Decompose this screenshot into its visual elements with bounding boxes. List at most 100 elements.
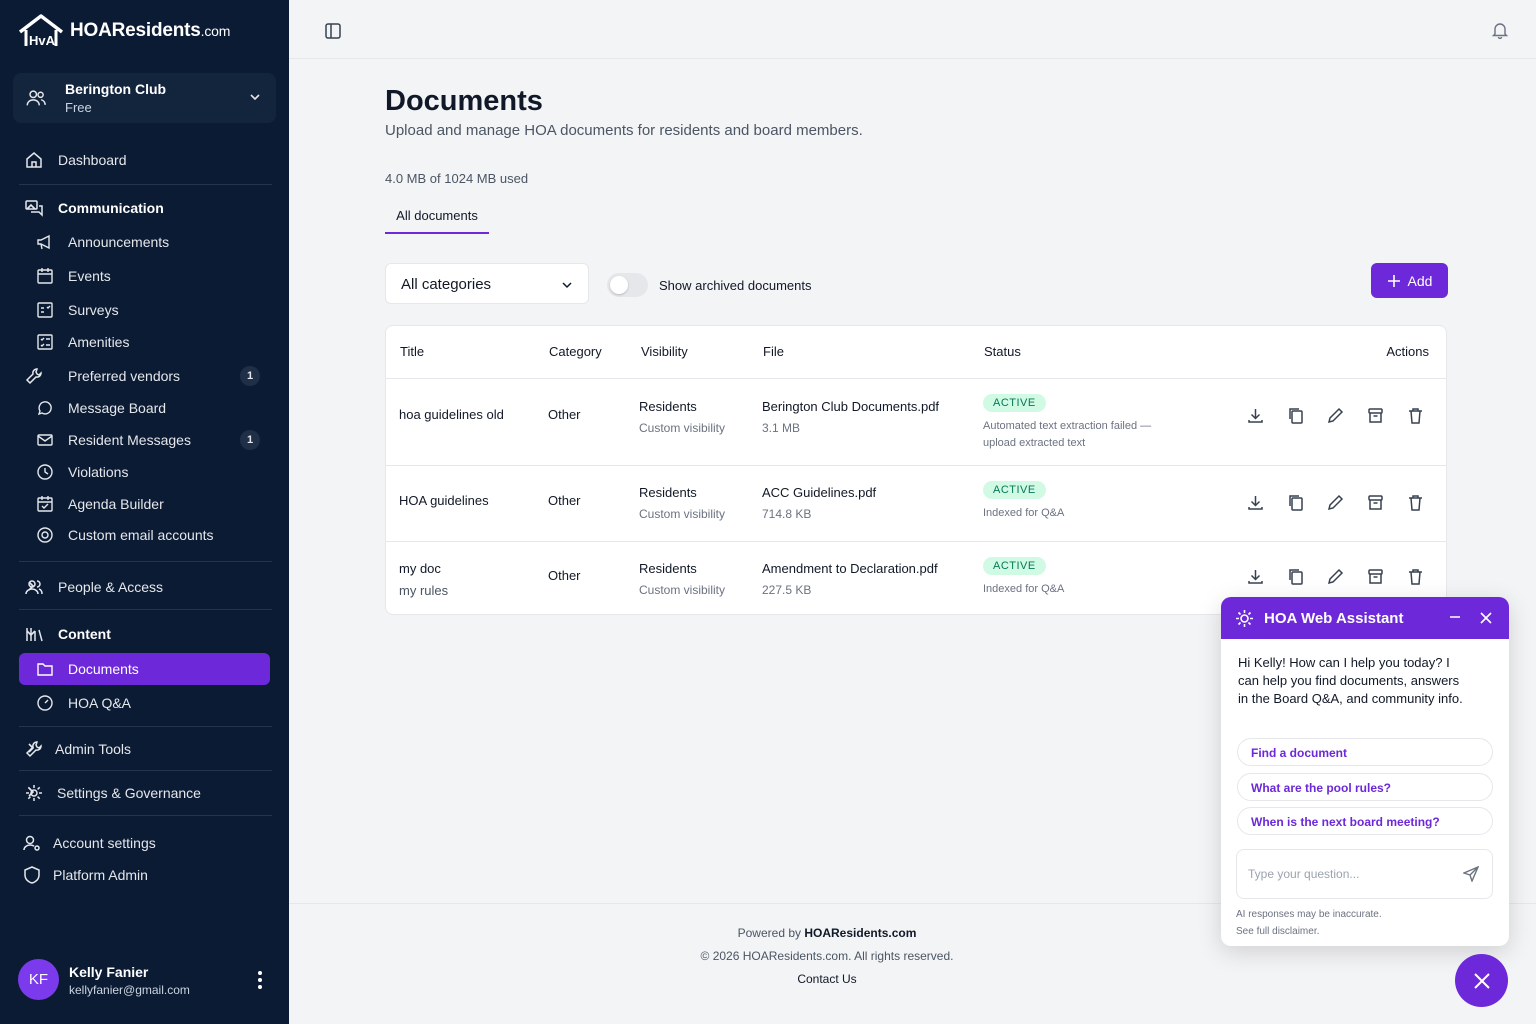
trash-icon[interactable] [1406, 493, 1425, 512]
wrench-icon [25, 368, 42, 385]
send-icon[interactable] [1463, 866, 1479, 882]
doc-visibility: Residents Custom visibility [639, 399, 726, 435]
archive-icon[interactable] [1366, 493, 1385, 512]
table-row: hoa guidelines old Other Residents Custo… [386, 378, 1446, 465]
copy-icon[interactable] [1286, 406, 1305, 425]
assistant-close-button[interactable] [1455, 954, 1508, 1007]
doc-file: ACC Guidelines.pdf 714.8 KB [762, 485, 877, 521]
at-sign-icon [37, 527, 53, 543]
chevron-up-icon [26, 203, 36, 210]
sidebar-item-label: Message Board [68, 400, 167, 416]
shield-icon [24, 866, 40, 884]
user-gear-icon [23, 835, 40, 851]
sidebar-item-platform-admin[interactable]: Platform Admin [19, 860, 270, 890]
sidebar-item-label: People & Access [58, 579, 164, 595]
sidebar-group-admin-tools[interactable]: Admin Tools [19, 734, 270, 764]
sidebar-item-announcements[interactable]: Announcements [19, 227, 270, 257]
sidebar-group-content[interactable]: Content [19, 619, 270, 649]
tab-all-documents[interactable]: All documents [385, 200, 489, 234]
chevron-down-icon [26, 630, 36, 637]
status-badge: ACTIVE [983, 557, 1046, 575]
divider [19, 184, 272, 185]
calendar-icon [37, 268, 53, 284]
suggestion-chip[interactable]: Find a document [1237, 738, 1493, 766]
home-icon [26, 152, 42, 168]
sidebar: HvA HOAResidents.com Berington Club Free… [0, 0, 289, 1024]
sidebar-item-resident-messages[interactable]: Resident Messages 1 [19, 425, 270, 455]
bell-icon[interactable] [1491, 21, 1509, 39]
category-select[interactable]: All categories [385, 263, 589, 304]
sidebar-item-amenities[interactable]: Amenities [19, 327, 270, 357]
divider [19, 770, 272, 771]
suggestion-chip[interactable]: When is the next board meeting? [1237, 807, 1493, 835]
sidebar-toggle-icon[interactable] [324, 22, 342, 40]
divider [19, 815, 272, 816]
suggestion-chip[interactable]: What are the pool rules? [1237, 773, 1493, 801]
row-actions [1246, 493, 1425, 512]
copy-icon[interactable] [1286, 493, 1305, 512]
sidebar-item-documents[interactable]: Documents [19, 653, 270, 685]
club-plan: Free [65, 100, 92, 115]
club-switcher[interactable]: Berington Club Free [13, 73, 276, 123]
sidebar-item-label: Account settings [53, 835, 156, 851]
pencil-icon[interactable] [1326, 406, 1345, 425]
column-header-actions: Actions [1386, 344, 1429, 359]
footer: Powered by HOAResidents.com © 2026 HOARe… [289, 926, 1365, 995]
kebab-menu-icon[interactable] [257, 970, 263, 990]
sidebar-item-agenda-builder[interactable]: Agenda Builder [19, 489, 270, 519]
sidebar-item-violations[interactable]: Violations [19, 457, 270, 487]
doc-file: Berington Club Documents.pdf 3.1 MB [762, 399, 940, 435]
sidebar-item-hoa-qa[interactable]: HOA Q&A [19, 688, 270, 718]
checklist-icon [37, 334, 53, 350]
trash-icon[interactable] [1406, 406, 1425, 425]
sparkle-icon [1236, 609, 1253, 627]
sidebar-item-label: Preferred vendors [68, 368, 181, 384]
contact-us-link[interactable]: Contact Us [289, 972, 1365, 986]
minimize-icon[interactable] [1449, 611, 1461, 623]
sidebar-group-settings-governance[interactable]: Settings & Governance [19, 778, 270, 808]
archive-icon[interactable] [1366, 406, 1385, 425]
sidebar-item-preferred-vendors[interactable]: Preferred vendors 1 [19, 361, 270, 391]
archive-icon[interactable] [1366, 567, 1385, 586]
download-icon[interactable] [1246, 567, 1265, 586]
copy-icon[interactable] [1286, 567, 1305, 586]
calendar-check-icon [37, 496, 53, 512]
doc-title: HOA guidelines [399, 493, 489, 508]
close-icon[interactable] [1480, 612, 1492, 624]
doc-title: hoa guidelines old [399, 407, 504, 422]
download-icon[interactable] [1246, 493, 1265, 512]
sidebar-item-custom-email[interactable]: Custom email accounts [19, 520, 270, 550]
sidebar-item-label: Admin Tools [55, 741, 132, 757]
survey-icon [37, 302, 53, 318]
svg-text:HvA: HvA [29, 33, 56, 48]
sidebar-item-label: Events [68, 268, 111, 284]
trash-icon[interactable] [1406, 567, 1425, 586]
pencil-icon[interactable] [1326, 493, 1345, 512]
column-header-category: Category [549, 344, 602, 359]
download-icon[interactable] [1246, 406, 1265, 425]
sidebar-item-dashboard[interactable]: Dashboard [19, 145, 270, 175]
add-button[interactable]: Add [1371, 263, 1448, 298]
sidebar-item-surveys[interactable]: Surveys [19, 295, 270, 325]
pencil-icon[interactable] [1326, 567, 1345, 586]
page-subtitle: Upload and manage HOA documents for resi… [385, 122, 863, 139]
assistant-header: HOA Web Assistant [1221, 597, 1509, 639]
club-name: Berington Club [65, 81, 167, 97]
sidebar-item-account-settings[interactable]: Account settings [19, 828, 270, 858]
sidebar-item-events[interactable]: Events [19, 261, 270, 291]
brand-logo[interactable]: HvA HOAResidents.com [18, 14, 230, 48]
storage-usage: 4.0 MB of 1024 MB used [385, 171, 529, 186]
speech-bubble-icon [37, 401, 52, 416]
sidebar-item-message-board[interactable]: Message Board [19, 393, 270, 423]
powered-by: Powered by HOAResidents.com [737, 926, 917, 940]
archived-toggle[interactable] [607, 273, 648, 297]
sidebar-item-label: HOA Q&A [68, 695, 132, 711]
full-disclaimer-link[interactable]: See full disclaimer. [1236, 923, 1382, 940]
sidebar-group-people-access[interactable]: People & Access [19, 572, 270, 602]
top-bar [289, 0, 1536, 59]
doc-status: ACTIVE Indexed for Q&A [983, 557, 1173, 598]
question-input[interactable]: Type your question... [1236, 849, 1493, 899]
sidebar-group-communication[interactable]: Communication [19, 193, 270, 223]
divider [19, 726, 272, 727]
user-profile[interactable]: KF Kelly Fanier kellyfanier@gmail.com [18, 959, 273, 1001]
